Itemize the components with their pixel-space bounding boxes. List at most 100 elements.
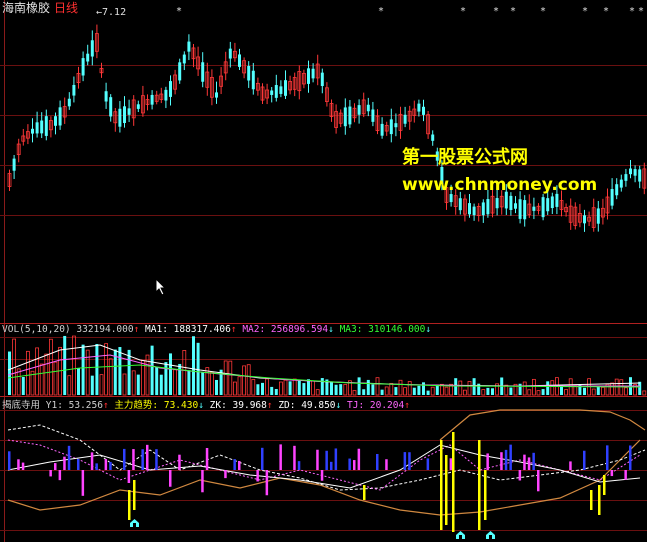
volume-bar-down	[638, 381, 642, 395]
volume-bar-down	[136, 374, 140, 395]
event-marker[interactable]: *	[378, 6, 384, 17]
indicator-bar	[178, 454, 181, 470]
ma2-value: MA2: 256896.594	[242, 324, 329, 335]
volume-bar-up	[251, 379, 256, 396]
volume-bar-up	[430, 386, 435, 396]
indicator-bar	[256, 470, 259, 482]
volume-bar-up	[99, 374, 104, 396]
indicator-bar	[376, 453, 379, 470]
volume-bar-up	[403, 387, 408, 396]
chart-window[interactable]: 海南橡胶 日线 ←7.12 * * * * * * * * * * 第一股票公式…	[0, 0, 647, 542]
candle-down	[546, 198, 550, 212]
candle-down	[238, 54, 241, 67]
volume-bar-down	[486, 387, 490, 395]
volume-label: VOL(5,10,20)	[2, 324, 71, 335]
indicator-bar	[279, 444, 282, 470]
volume-bar-up	[104, 343, 108, 396]
event-marker[interactable]: *	[638, 6, 644, 17]
event-marker[interactable]: *	[176, 6, 182, 17]
volume-bar-up	[384, 386, 389, 396]
indicator-bar	[624, 470, 627, 480]
volume-bar-down	[334, 384, 338, 395]
house-icon[interactable]	[455, 530, 466, 540]
indicator-bar	[509, 444, 512, 470]
indicator-bar	[127, 470, 131, 484]
volume-bar-down	[380, 389, 384, 395]
indicator-bar	[104, 459, 108, 470]
arrow-cursor-icon	[155, 278, 167, 296]
indicator-bar	[261, 447, 264, 470]
candle-down	[495, 198, 499, 209]
volume-bar-up	[481, 389, 486, 396]
candle-down	[422, 106, 425, 115]
volume-bar-down	[63, 335, 67, 395]
candle-down	[320, 72, 324, 87]
house-icon[interactable]	[129, 518, 140, 528]
event-marker[interactable]: *	[582, 6, 588, 17]
volume-bar-up	[108, 358, 113, 396]
candle-down	[109, 97, 113, 117]
volume-bar-down	[118, 347, 122, 395]
house-icon[interactable]	[485, 530, 496, 540]
candle-down	[247, 65, 251, 81]
indicator-bar	[348, 458, 351, 470]
volume-bar-up	[532, 378, 536, 396]
indicator-bar	[330, 461, 333, 470]
indicator-bar	[238, 460, 241, 470]
volume-bar-down	[394, 387, 398, 395]
volume-bar-down	[412, 387, 416, 395]
indicator-bar	[109, 461, 112, 470]
candle-down	[633, 169, 637, 176]
candle-down	[123, 106, 126, 124]
candle-down	[380, 123, 384, 136]
volume-bar-down	[187, 370, 191, 395]
watermark-title: 第一股票公式网	[402, 147, 528, 168]
event-marker[interactable]: *	[510, 6, 516, 17]
volume-bar-up	[209, 371, 214, 396]
signal-spike	[590, 490, 593, 510]
indicator-bar	[8, 451, 11, 470]
signal-spike	[484, 470, 487, 520]
indicator-bar	[155, 449, 158, 470]
indicator-bar	[205, 447, 209, 470]
volume-bar-down	[357, 377, 361, 395]
indicator-bar	[54, 463, 57, 470]
up-arrow-icon: ↑	[266, 400, 273, 411]
event-marker[interactable]: *	[460, 6, 466, 17]
signal-spike	[598, 485, 601, 515]
event-marker[interactable]: *	[493, 6, 499, 17]
event-marker[interactable]: *	[629, 6, 635, 17]
indicator-upper-band	[439, 409, 646, 441]
volume-bar-down	[302, 383, 306, 395]
candle-down	[72, 84, 76, 96]
candle-down	[638, 169, 642, 182]
candle-down	[215, 92, 218, 98]
tj-value: TJ: 20.204	[347, 400, 405, 411]
volume-bar-down	[454, 378, 458, 395]
candle-down	[228, 48, 232, 59]
volume-bar-up	[49, 338, 53, 396]
candle-down	[523, 200, 527, 220]
event-marker[interactable]: *	[540, 6, 546, 17]
stock-name: 海南橡胶	[2, 1, 51, 15]
up-arrow-icon: ↑	[404, 400, 410, 411]
volume-bar-down	[330, 382, 333, 395]
volume-bar-up	[122, 373, 127, 396]
indicator-bar	[297, 461, 301, 470]
up-arrow-icon: ↑	[133, 324, 140, 335]
indicator-bar	[224, 470, 227, 479]
volume-bar-down	[164, 362, 168, 395]
candle-down	[541, 197, 545, 218]
event-marker[interactable]: *	[603, 6, 609, 17]
volume-bar-down	[509, 387, 513, 395]
indicator-bar	[90, 452, 94, 470]
volume-bar-up	[39, 363, 44, 396]
candle-down	[54, 116, 57, 126]
candle-down	[67, 98, 71, 107]
volume-bar-down	[596, 386, 600, 395]
candle-down	[164, 89, 168, 101]
price-chart[interactable]	[0, 0, 647, 542]
candle-down	[251, 70, 255, 90]
volume-bar-up	[352, 390, 357, 396]
volume-bar-down	[274, 389, 278, 395]
